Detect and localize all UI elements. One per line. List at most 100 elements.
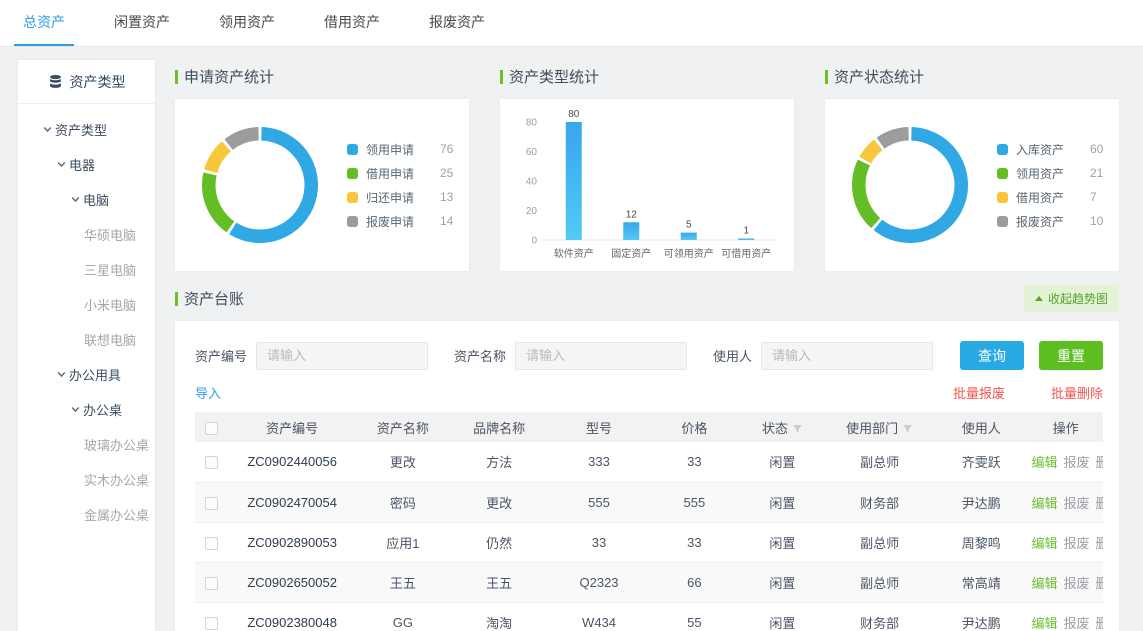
- legend-swatch-icon: [997, 216, 1008, 227]
- legend-label: 借用资产: [1016, 189, 1074, 206]
- filter-group-asset-user: 使用人: [713, 342, 933, 370]
- tree-item-小米电脑[interactable]: 小米电脑: [18, 287, 155, 322]
- action-编辑[interactable]: 编辑: [1031, 536, 1057, 551]
- tab-总资产[interactable]: 总资产: [14, 0, 74, 46]
- legend-swatch-icon: [997, 192, 1008, 203]
- donut-segment-报废资产: [877, 127, 909, 149]
- asset-table-body: ZC0902440056更改方法33333闲置副总师齐雯跃编辑报废删除ZC090…: [195, 442, 1103, 631]
- legend-value: 25: [440, 166, 453, 180]
- column-header-价格: 价格: [649, 412, 740, 442]
- cell-status: 闲置: [740, 602, 825, 631]
- batch-delete-link[interactable]: 批量删除: [1051, 383, 1103, 402]
- action-报废[interactable]: 报废: [1064, 616, 1090, 631]
- column-header-label: 状态: [762, 421, 788, 436]
- batch-scrap-link[interactable]: 批量报废: [953, 383, 1005, 402]
- tab-报废资产[interactable]: 报废资产: [420, 0, 494, 46]
- import-link[interactable]: 导入: [195, 383, 221, 402]
- action-编辑[interactable]: 编辑: [1031, 496, 1057, 511]
- tree-item-玻璃办公桌[interactable]: 玻璃办公桌: [18, 427, 155, 462]
- donut-segment-领用申请: [229, 127, 318, 243]
- bar-可领用资产: [681, 233, 697, 240]
- column-header-操作: 操作: [1028, 412, 1103, 442]
- select-all-checkbox[interactable]: [205, 422, 218, 435]
- action-删除[interactable]: 删除: [1096, 496, 1103, 511]
- action-编辑[interactable]: 编辑: [1031, 455, 1057, 470]
- legend-swatch-icon: [347, 168, 358, 179]
- legend-swatch-icon: [997, 144, 1008, 155]
- tree-item-资产类型[interactable]: 资产类型: [18, 112, 155, 147]
- tree-item-label: 联想电脑: [84, 330, 136, 349]
- cell-dept: 财务部: [825, 482, 934, 522]
- legend-value: 7: [1090, 190, 1097, 204]
- row-checkbox[interactable]: [205, 497, 218, 510]
- collapse-trend-button[interactable]: 收起趋势图: [1024, 285, 1119, 312]
- action-报废[interactable]: 报废: [1064, 455, 1090, 470]
- cell-user: 周黎鸣: [934, 522, 1028, 562]
- tree-item-电脑[interactable]: 电脑: [18, 182, 155, 217]
- legend-item-入库资产: 入库资产 60: [997, 141, 1103, 158]
- row-checkbox[interactable]: [205, 456, 218, 469]
- legend-value: 13: [440, 190, 453, 204]
- legend-item-领用申请: 领用申请76: [347, 141, 453, 158]
- action-删除[interactable]: 删除: [1096, 616, 1103, 631]
- x-axis-category-label: 可领用资产: [664, 247, 714, 260]
- ledger-card: 资产编号资产名称使用人查询重置 导入 批量报废 批量删除 资产编号资产名称品牌名…: [175, 321, 1119, 631]
- action-删除[interactable]: 删除: [1096, 576, 1103, 591]
- tree-item-联想电脑[interactable]: 联想电脑: [18, 322, 155, 357]
- tree-item-办公桌[interactable]: 办公桌: [18, 392, 155, 427]
- tab-借用资产[interactable]: 借用资产: [315, 0, 389, 46]
- legend-label: 入库资产: [1016, 141, 1074, 158]
- filter-funnel-icon[interactable]: [902, 423, 913, 434]
- bar-软件资产: [566, 122, 582, 240]
- batch-links: 批量报废 批量删除: [953, 383, 1103, 402]
- tree-item-办公用具[interactable]: 办公用具: [18, 357, 155, 392]
- tree-item-label: 华硕电脑: [84, 225, 136, 244]
- legend-value: 60: [1090, 142, 1103, 156]
- action-编辑[interactable]: 编辑: [1031, 616, 1057, 631]
- query-button[interactable]: 查询: [960, 341, 1024, 370]
- legend-swatch-icon: [347, 144, 358, 155]
- tree-item-华硕电脑[interactable]: 华硕电脑: [18, 217, 155, 252]
- cell-price: 33: [649, 522, 740, 562]
- asset-type-tree: 资产类型电器电脑华硕电脑三星电脑小米电脑联想电脑办公用具办公桌玻璃办公桌实木办公…: [18, 104, 155, 532]
- row-checkbox[interactable]: [205, 537, 218, 550]
- legend-label: 领用申请: [366, 141, 424, 158]
- tree-item-label: 办公用具: [69, 365, 121, 384]
- tab-bar: 总资产闲置资产领用资产借用资产报废资产: [0, 0, 1143, 47]
- action-删除[interactable]: 删除: [1096, 455, 1103, 470]
- tab-闲置资产[interactable]: 闲置资产: [105, 0, 179, 46]
- asset-name-input[interactable]: [515, 342, 687, 370]
- chart-title-type-stats: 资产类型统计: [500, 66, 794, 87]
- action-编辑[interactable]: 编辑: [1031, 576, 1057, 591]
- tree-item-实木办公桌[interactable]: 实木办公桌: [18, 462, 155, 497]
- main-panel: 申请资产统计 领用申请76借用申请25归还申请13报废申请14 资产类型统计 0…: [155, 60, 1143, 631]
- filter-funnel-icon[interactable]: [792, 423, 803, 434]
- table-row: ZC0902440056更改方法33333闲置副总师齐雯跃编辑报废删除: [195, 442, 1103, 482]
- row-checkbox[interactable]: [205, 617, 218, 630]
- cell-price: 55: [649, 602, 740, 631]
- charts-row: 申请资产统计 领用申请76借用申请25归还申请13报废申请14 资产类型统计 0…: [175, 60, 1119, 271]
- tree-item-三星电脑[interactable]: 三星电脑: [18, 252, 155, 287]
- asset-id-input[interactable]: [256, 342, 428, 370]
- tree-item-金属办公桌[interactable]: 金属办公桌: [18, 497, 155, 532]
- legend-label: 领用资产: [1016, 165, 1074, 182]
- sidebar-header: 资产类型: [18, 60, 155, 104]
- cell-actions: 编辑报废删除: [1028, 602, 1103, 631]
- chart-section-apply-stats: 申请资产统计 领用申请76借用申请25归还申请13报废申请14: [175, 60, 469, 271]
- asset-user-input[interactable]: [761, 342, 933, 370]
- apply-stats-donut-card: 领用申请76借用申请25归还申请13报废申请14: [175, 99, 469, 271]
- legend-item-归还申请: 归还申请13: [347, 189, 453, 206]
- action-删除[interactable]: 删除: [1096, 536, 1103, 551]
- action-报废[interactable]: 报废: [1064, 576, 1090, 591]
- action-报废[interactable]: 报废: [1064, 496, 1090, 511]
- tree-item-电器[interactable]: 电器: [18, 147, 155, 182]
- reset-button[interactable]: 重置: [1039, 341, 1103, 370]
- y-axis-tick: 0: [531, 236, 537, 247]
- filter-label: 资产名称: [454, 346, 506, 365]
- row-checkbox[interactable]: [205, 577, 218, 590]
- cell-brand: 王五: [449, 562, 549, 602]
- table-row: ZC0902470054密码更改555555闲置财务部尹达鹏编辑报废删除: [195, 482, 1103, 522]
- action-报废[interactable]: 报废: [1064, 536, 1090, 551]
- tab-领用资产[interactable]: 领用资产: [210, 0, 284, 46]
- row-checkbox-cell: [195, 482, 228, 522]
